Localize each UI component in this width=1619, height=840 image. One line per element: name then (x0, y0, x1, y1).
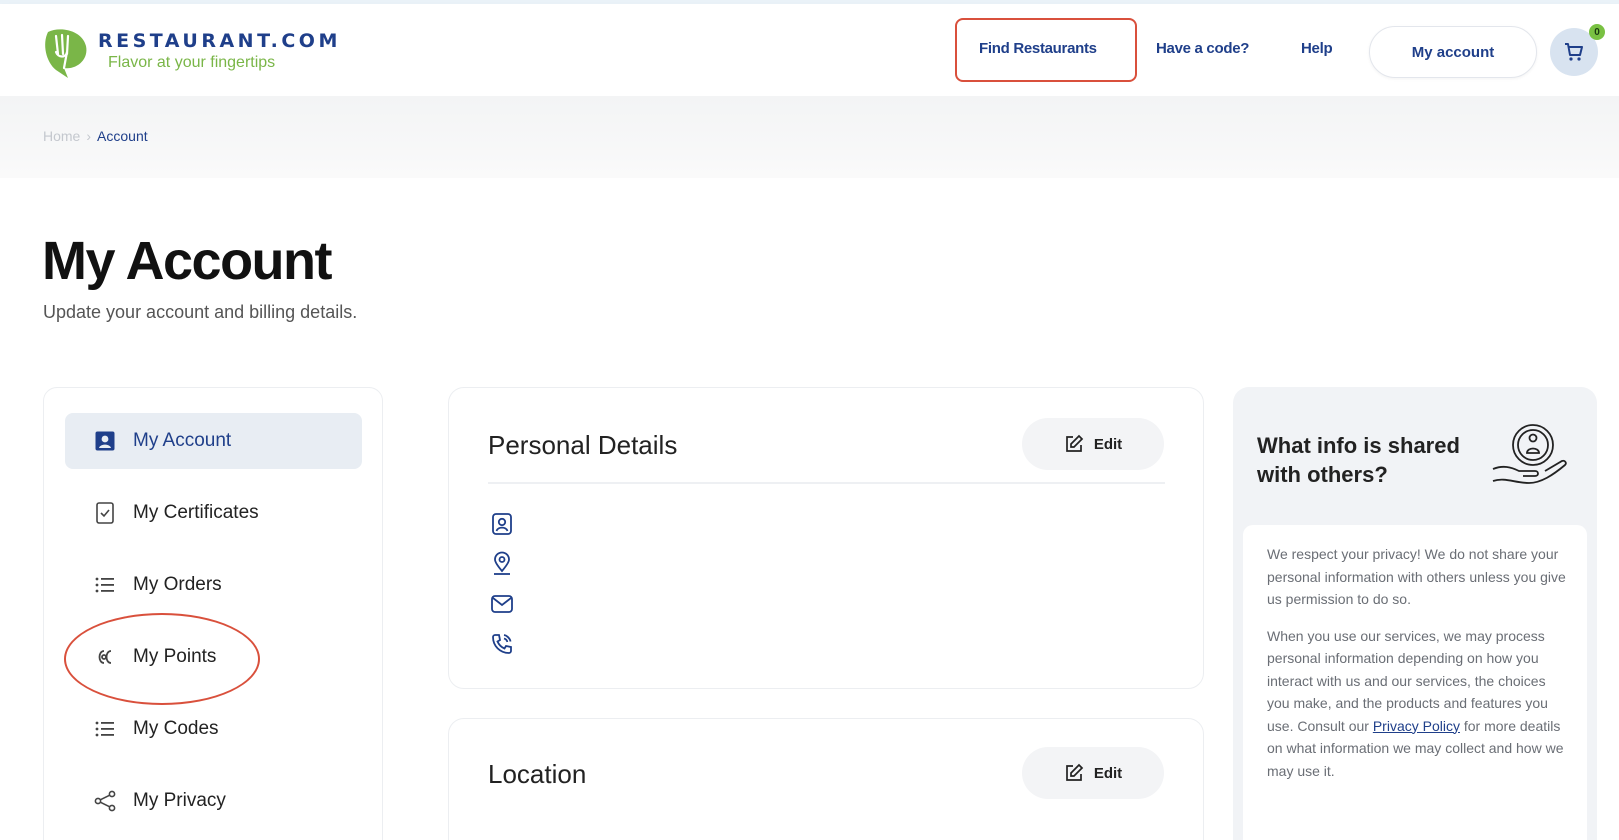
personal-details-title: Personal Details (488, 430, 678, 460)
breadcrumb: Home › Account (43, 128, 148, 144)
breadcrumb-separator: › (86, 128, 92, 144)
edit-icon (1065, 763, 1084, 781)
logo-tagline: Flavor at your fingertips (108, 54, 276, 71)
sidebar-item-label: My Privacy (133, 790, 226, 811)
sidebar-item-label: My Certificates (133, 502, 259, 523)
sidebar-item-label: My Account (133, 430, 232, 451)
cart-count-badge: 0 (1589, 24, 1605, 40)
page-title: My Account (42, 231, 333, 291)
list-icon (91, 571, 119, 599)
edit-personal-details-button[interactable]: Edit (1022, 418, 1164, 470)
highlight-oval-my-points (64, 613, 260, 705)
edit-label: Edit (1093, 764, 1123, 782)
phone-icon (488, 630, 516, 658)
logo-wordmark: RESTAURANT.COM (98, 30, 341, 52)
edit-label: Edit (1093, 435, 1123, 453)
mail-icon (488, 590, 516, 618)
privacy-paragraph-1: We respect your privacy! We do not share… (1267, 546, 1566, 607)
sidebar-item-label: My Orders (133, 574, 222, 595)
cart-icon (1565, 43, 1583, 61)
breadcrumb-current: Account (97, 128, 148, 144)
personal-details-card: Personal Details Edit (448, 387, 1204, 689)
sidebar-item-my-codes[interactable]: My Codes (65, 701, 362, 757)
logo[interactable]: RESTAURANT.COM Flavor at your fingertips (42, 24, 342, 80)
site-header: RESTAURANT.COM Flavor at your fingertips… (0, 4, 1619, 96)
hand-privacy-shield-icon (1492, 424, 1567, 484)
privacy-paragraph-2: When you use our services, we may proces… (1267, 625, 1567, 783)
sidebar-item-my-account[interactable]: My Account (65, 413, 362, 469)
breadcrumb-bar: Home › Account (0, 96, 1619, 178)
privacy-policy-link[interactable]: Privacy Policy (1373, 718, 1460, 734)
my-account-button[interactable]: My account (1369, 26, 1537, 78)
account-icon (91, 427, 119, 455)
location-title: Location (488, 759, 587, 789)
breadcrumb-home[interactable]: Home (43, 128, 80, 144)
nav-have-a-code[interactable]: Have a code? (1156, 40, 1249, 57)
location-card: Location Edit (448, 718, 1204, 840)
privacy-info-panel: What info is shared with others? We resp… (1233, 387, 1597, 840)
person-icon (488, 510, 516, 538)
highlight-box-find-restaurants (955, 18, 1137, 82)
location-pin-icon (488, 550, 516, 578)
sidebar-item-label: My Codes (133, 718, 219, 739)
list-icon (91, 715, 119, 743)
edit-location-button[interactable]: Edit (1022, 747, 1164, 799)
card-divider (488, 482, 1165, 484)
share-icon (91, 787, 119, 815)
edit-icon (1065, 434, 1084, 452)
privacy-info-body: We respect your privacy! We do not share… (1243, 525, 1587, 840)
account-sidebar: My Account My Certificates My Orders My … (43, 387, 383, 840)
nav-help[interactable]: Help (1301, 40, 1333, 57)
sidebar-item-my-orders[interactable]: My Orders (65, 557, 362, 613)
sidebar-item-my-certificates[interactable]: My Certificates (65, 485, 362, 541)
certificate-icon (91, 499, 119, 527)
page-subtitle: Update your account and billing details. (43, 302, 358, 322)
fork-leaf-logo-icon (45, 29, 87, 78)
privacy-info-title: What info is shared with others? (1257, 433, 1460, 487)
sidebar-item-my-privacy[interactable]: My Privacy (65, 773, 362, 829)
